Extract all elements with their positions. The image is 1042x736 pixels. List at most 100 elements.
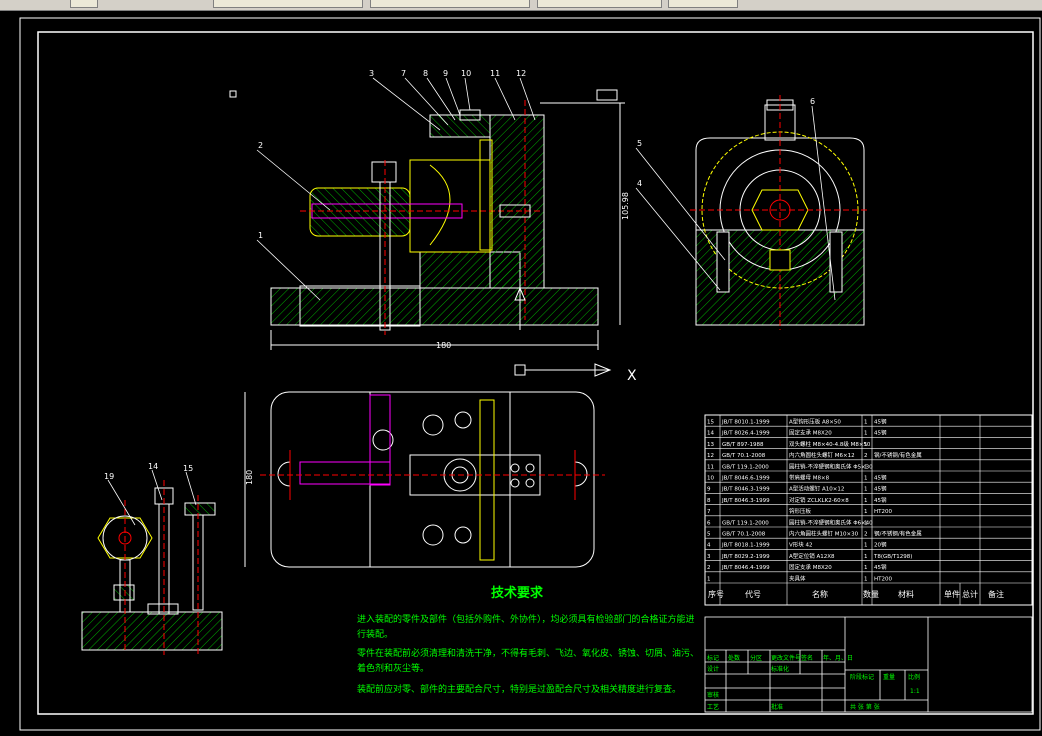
bom-cell: 夹具体 [789,574,806,582]
tab-3[interactable] [370,0,530,8]
bom-cell: 10 [707,476,714,482]
tb-scale: 比例 [908,673,920,681]
tech-line-1: 进入装配的零件及部件（包括外购件、外协件），均必须具有检验部门的合格证方能进 [357,613,695,625]
bom-cell: 带肩螺母 M8×8 [789,474,830,482]
bom-cell: GB/T 70.1-2008 [722,532,766,538]
bom-cell: 9 [707,487,711,493]
bom-cell: 45钢 [874,474,887,482]
bom-cell: A型活动螺钉 A10×12 [789,485,844,493]
bom-cell: GB/T 119.1-2000 [722,464,769,470]
tech-title: 技术要求 [491,585,544,601]
bom-cell: JB/T 8026.4-1999 [721,431,770,437]
front-view [229,89,625,377]
tab-2[interactable] [213,0,363,8]
bom-cell: 20钢 [874,541,887,549]
bom-cell: 1 [864,554,868,560]
bom-cell: 固定支承 M8X20 [789,563,832,571]
balloon-9: 9 [443,69,448,78]
bom-cell: 2 [864,453,868,459]
bom-cell: 双头螺柱 M8×40-4.8级 M8×50 [789,440,871,448]
tb-date: 年、月、日 [823,654,853,662]
balloon-14: 14 [148,462,158,471]
small-view [81,480,223,655]
bom-cell: 45钢 [874,563,887,571]
bom-header-cell: 备注 [988,589,1004,599]
balloon-2: 2 [258,141,263,150]
bom-cell: 7 [707,509,711,515]
bom-cell: 15 [707,420,714,426]
bom-cell: 11 [707,464,714,470]
bom-cell: 钢/不锈钢/有色金属 [874,451,922,459]
bom-cell: JB/T 8046.4-1999 [721,565,770,571]
bom-cell: GB/T 70.1-2008 [722,453,766,459]
cad-drawing-canvas[interactable]: 180 105.98 X 3 7 8 9 10 11 12 2 1 5 4 6 … [0,10,1042,732]
bom-cell: 45钢 [874,496,887,504]
bom-cell: 1 [864,565,868,571]
bom-cell: 内六角圆柱头螺钉 M6×12 [789,451,855,459]
title-block [704,616,1033,713]
bom-cell: 14 [707,431,714,437]
tech-line-3: 零件在装配前必须清理和清洗干净，不得有毛刺、飞边、氧化皮、锈蚀、切屑、油污、 [357,647,699,659]
balloon-15: 15 [183,464,193,473]
tab-1[interactable] [70,0,98,8]
bom-cell: 1 [864,576,868,582]
bom-cell: 1 [864,498,868,504]
bom-cell: A型钩形压板 A8×50 [789,418,841,426]
bom-cell: 圆柱销-不淬硬钢和奥氏体 Φ5×30 [789,462,873,470]
bom-cell: 1 [864,431,868,437]
balloon-3: 3 [369,69,374,78]
tb-design: 设计 [707,665,719,673]
bom-cell: 1 [707,576,711,582]
tech-line-5: 装配前应对零、部件的主要配合尺寸，特别是过盈配合尺寸及相关精度进行复查。 [357,683,681,695]
bom-cell: JB/T 8046.3-1999 [721,487,770,493]
tb-zone: 分区 [750,654,762,662]
bom-cell: 2 [864,532,868,538]
balloon-4: 4 [637,179,642,188]
tb-approve: 批准 [771,703,783,711]
bom-cell: 2 [707,565,711,571]
bom-cell: 对定销 ZCLKLK2-60×8 [789,496,849,504]
bom-cell: 1 [864,520,868,526]
balloon-11: 11 [490,69,500,78]
tech-line-2: 行装配。 [357,628,393,640]
axis-x-label: X [627,368,637,384]
bom-cell: GB/T 119.1-2000 [722,520,769,526]
bom-cell: 1 [864,543,868,549]
bom-header-cell: 代号 [745,589,761,599]
bom-cell: 13 [707,442,714,448]
tb-weight: 重量 [883,673,895,681]
side-view [690,95,870,330]
tb-std: 标准化 [771,665,789,673]
bom-header-cell: 单件 [944,589,960,599]
balloon-10: 10 [461,69,471,78]
bom-header-cell: 数量 [863,589,879,599]
bom-cell: 钩形压板 [789,507,812,515]
balloon-8: 8 [423,69,428,78]
bom-cell: GB/T 897-1988 [722,442,764,448]
bom-cell: 8 [707,498,711,504]
bom-cell: JB/T 8046.3-1999 [721,498,770,504]
bom-cell: 1 [864,464,868,470]
bom-cell: JB/T 8029.2-1999 [721,554,770,560]
bom-cell: 3 [707,554,711,560]
dim-width-label: 180 [436,341,451,350]
tb-sign: 签名 [801,654,813,662]
dim-height-label: 105.98 [621,192,630,220]
title-block-text: 标记 处数 分区 更改文件号 签名 年、月、日 设计 标准化 阶段标记 重量 比… [707,654,920,711]
bom-cell: T8(GB/T1298) [873,554,912,560]
tb-process: 工艺 [707,703,719,711]
bom-table: 15 JB/T 8010.1-1999 A型钩形压板 A8×50 1 45钢14 JB/T… [704,414,1033,606]
tech-line-4: 着色剂和灰尘等。 [357,662,429,674]
tb-count: 处数 [728,654,740,662]
tab-4[interactable] [537,0,662,8]
bom-cell: 5 [707,532,711,538]
tb-mark: 标记 [707,654,719,662]
bom-header-cell: 名称 [812,589,828,599]
bom-cell: JB/T 8046.6-1999 [721,476,770,482]
balloon-1: 1 [258,231,263,240]
tab-5[interactable] [668,0,738,8]
tb-doc: 更改文件号 [771,654,801,662]
bom-header-cell: 序号 [708,589,724,599]
bom-cell: 4 [707,543,711,549]
plan-view [244,391,605,568]
